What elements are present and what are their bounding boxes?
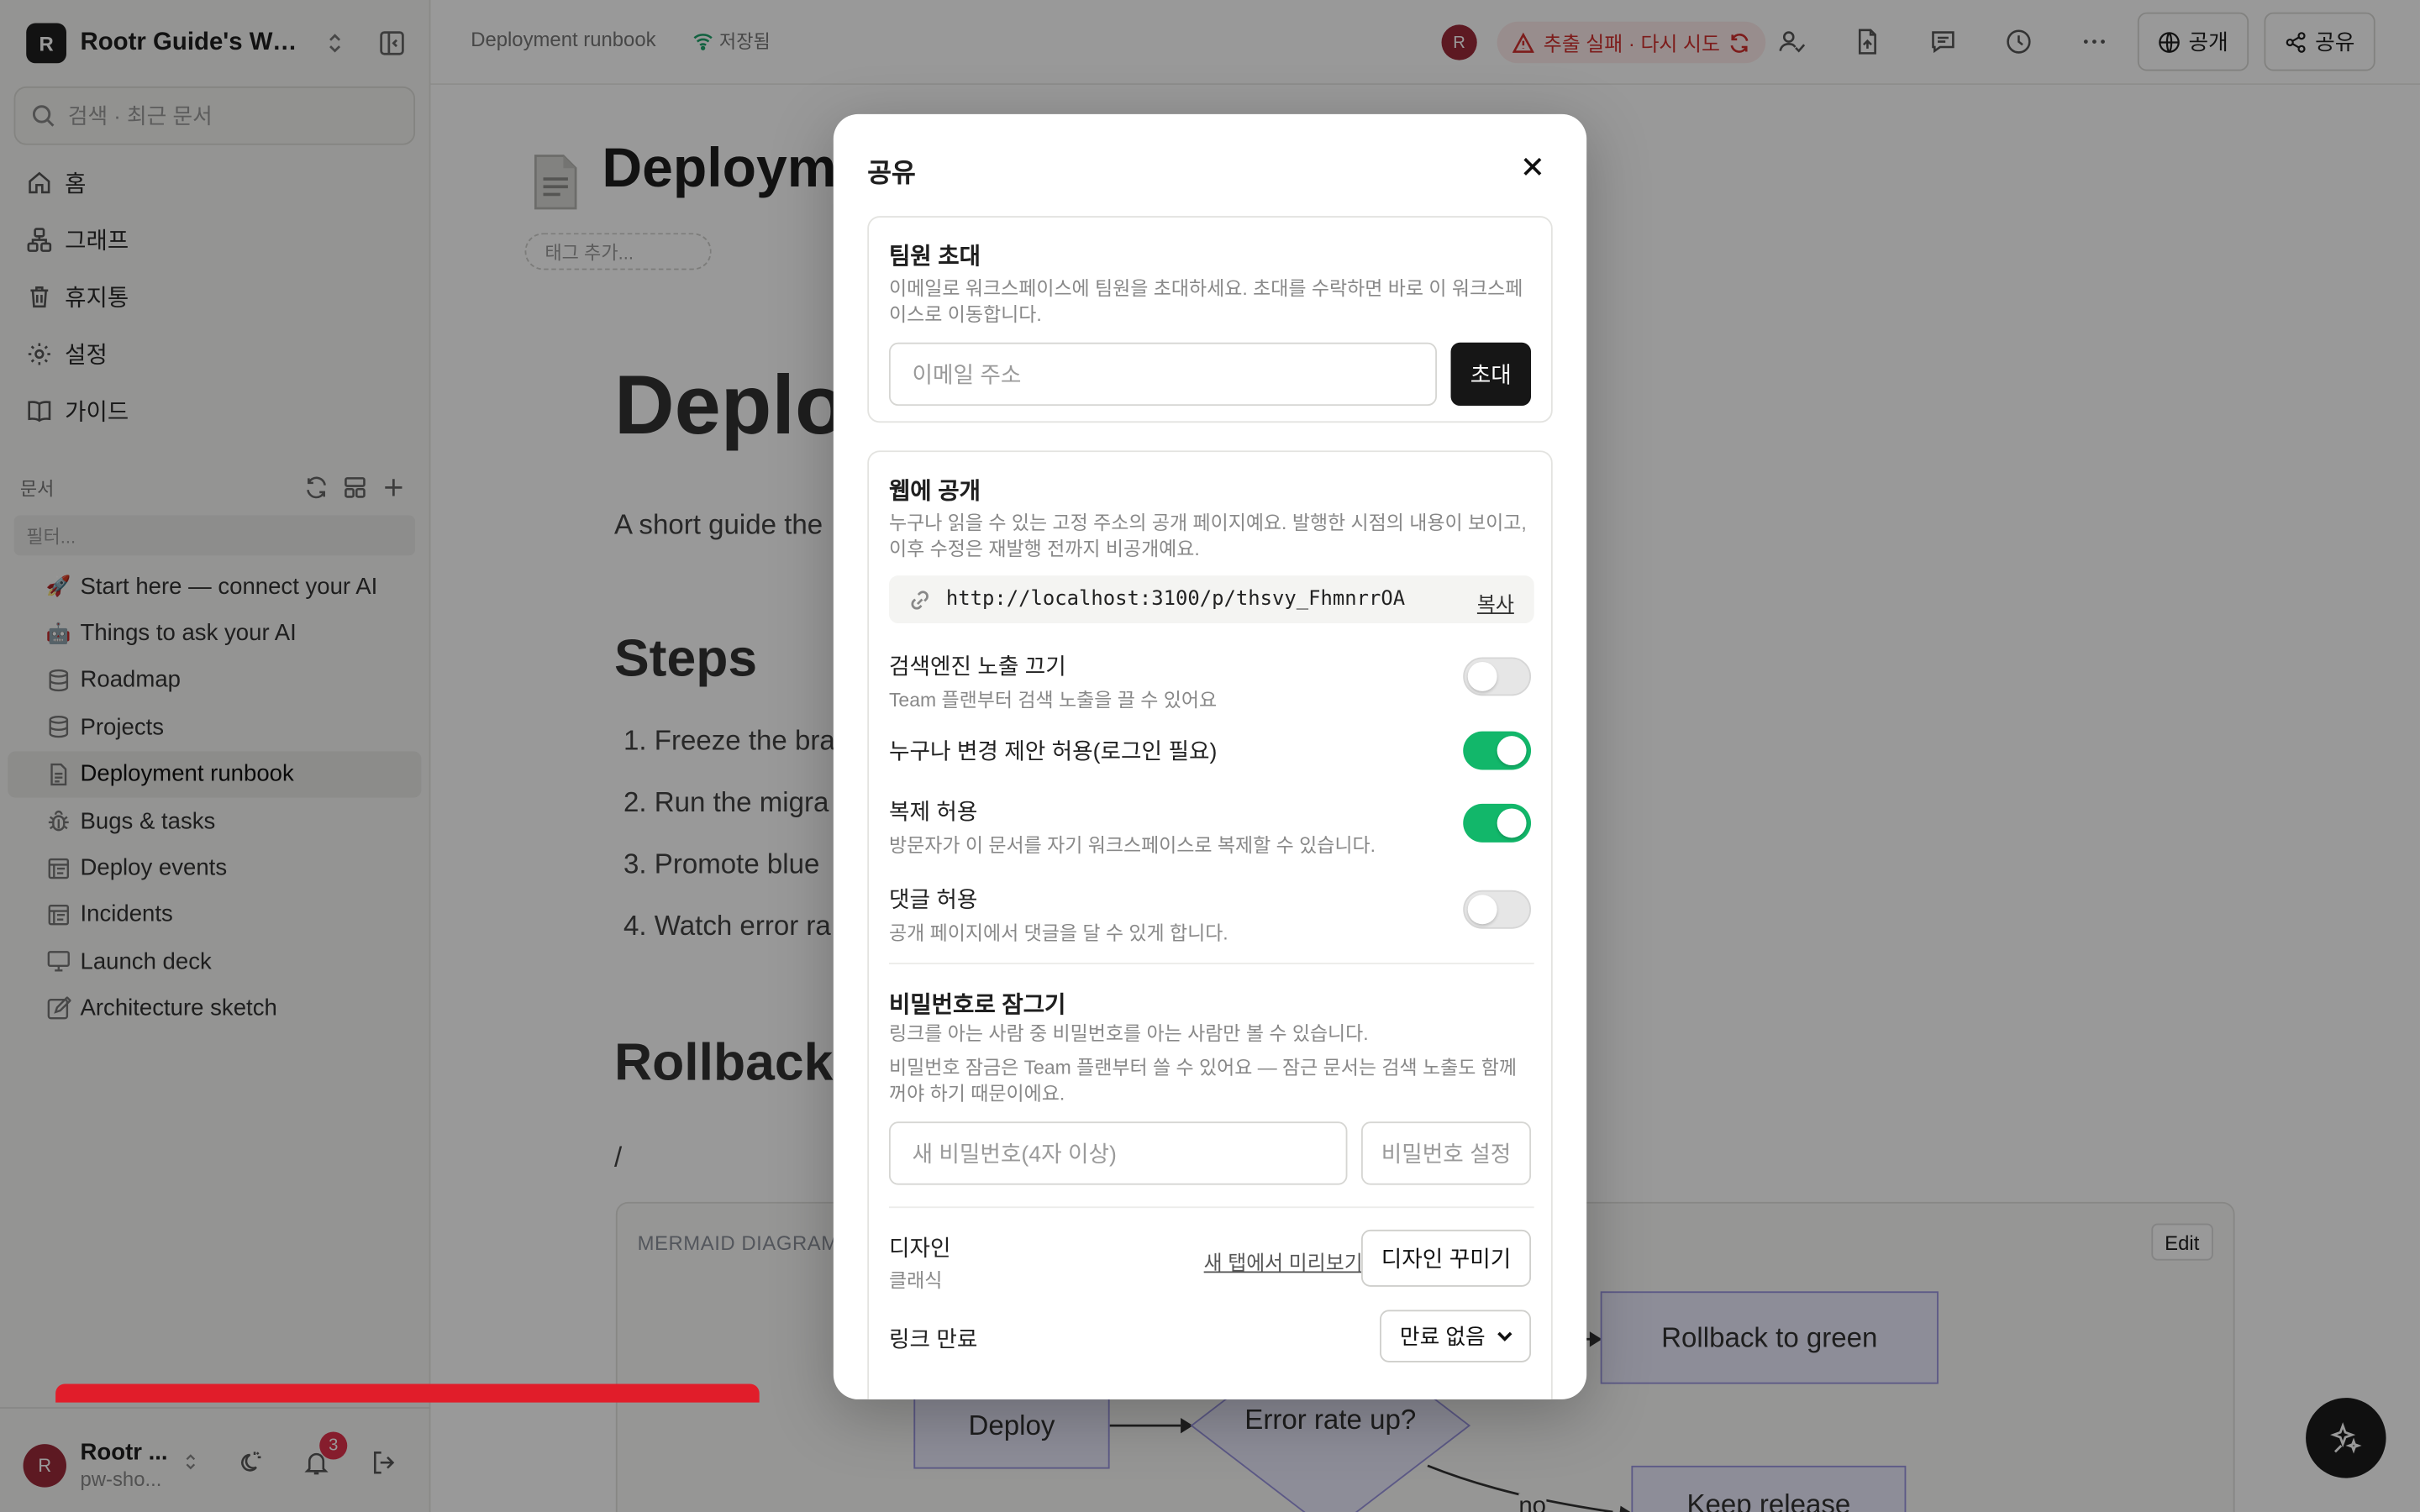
option-title: 댓글 허용 xyxy=(888,888,978,914)
copy-link-button[interactable]: 복사 xyxy=(1477,588,1514,617)
allow-comments-toggle[interactable] xyxy=(1463,890,1532,929)
toggle-knob xyxy=(1467,661,1497,691)
dialog-title: 공유 xyxy=(867,159,916,189)
password-field[interactable]: 새 비밀번호(4자 이상) xyxy=(888,1121,1348,1185)
preview-link[interactable]: 새 탭에서 미리보기 xyxy=(1204,1247,1363,1276)
option-title: 복제 허용 xyxy=(888,801,978,826)
option-description: Team 플랜부터 검색 노출을 끌 수 있어요 xyxy=(888,690,1218,711)
invite-description: 이메일로 워크스페이스에 팀원을 초대하세요. 초대를 수락하면 바로 이 워크… xyxy=(888,277,1523,326)
divider xyxy=(888,963,1534,964)
option-title: 검색엔진 노출 끄기 xyxy=(888,655,1066,680)
divider xyxy=(888,1206,1534,1209)
invite-title: 팀원 초대 xyxy=(888,244,981,270)
publish-description: 누구나 읽을 수 있는 고정 주소의 공개 페이지예요. 발행한 시점의 내용이… xyxy=(888,512,1527,560)
set-password-button[interactable]: 비밀번호 설정 xyxy=(1360,1121,1532,1185)
expiry-select[interactable]: 만료 없음 xyxy=(1380,1310,1532,1362)
expiry-label: 링크 만료 xyxy=(888,1328,978,1353)
public-url-field[interactable]: http://localhost:3100/p/thsvy_FhmnrrOA 복… xyxy=(888,575,1534,624)
danger-action-button[interactable] xyxy=(55,1383,760,1403)
chevron-down-icon xyxy=(1495,1326,1517,1347)
password-title: 비밀번호로 잠그기 xyxy=(888,992,1066,1019)
publish-card: 웹에 공개 누구나 읽을 수 있는 고정 주소의 공개 페이지예요. 발행한 시… xyxy=(867,450,1553,1399)
allow-duplicate-toggle[interactable] xyxy=(1463,803,1532,843)
share-dialog: 공유 팀원 초대 이메일로 워크스페이스에 팀원을 초대하세요. 초대를 수락하… xyxy=(833,113,1587,1399)
expiry-value: 만료 없음 xyxy=(1399,1323,1486,1349)
close-icon[interactable] xyxy=(1518,153,1546,181)
email-field[interactable]: 이메일 주소 xyxy=(888,342,1437,407)
toggle-knob xyxy=(1497,736,1527,766)
design-value: 클래식 xyxy=(888,1269,943,1292)
option-title: 누구나 변경 제안 허용(로그인 필요) xyxy=(888,740,1218,766)
option-description: 공개 페이지에서 댓글을 달 수 있게 합니다. xyxy=(888,922,1228,945)
suggest-edits-toggle[interactable] xyxy=(1463,731,1532,770)
customize-design-button[interactable]: 디자인 꾸미기 xyxy=(1360,1229,1532,1287)
design-title: 디자인 xyxy=(888,1237,951,1263)
toggle-knob xyxy=(1497,808,1527,838)
public-url: http://localhost:3100/p/thsvy_FhmnrrOA xyxy=(945,587,1406,612)
password-description: 링크를 아는 사람 중 비밀번호를 아는 사람만 볼 수 있습니다. xyxy=(888,1022,1369,1045)
password-plan-note: 비밀번호 잠금은 Team 플랜부터 쓸 수 있어요 — 잠근 문서는 검색 노… xyxy=(888,1057,1518,1105)
invite-card: 팀원 초대 이메일로 워크스페이스에 팀원을 초대하세요. 초대를 수락하면 바… xyxy=(867,216,1553,423)
link-icon xyxy=(908,587,932,612)
publish-title: 웹에 공개 xyxy=(888,478,981,505)
invite-button[interactable]: 초대 xyxy=(1450,342,1532,407)
toggle-knob xyxy=(1467,895,1497,925)
option-description: 방문자가 이 문서를 자기 워크스페이스로 복제할 수 있습니다. xyxy=(888,834,1376,857)
search-engine-toggle[interactable] xyxy=(1463,657,1532,696)
